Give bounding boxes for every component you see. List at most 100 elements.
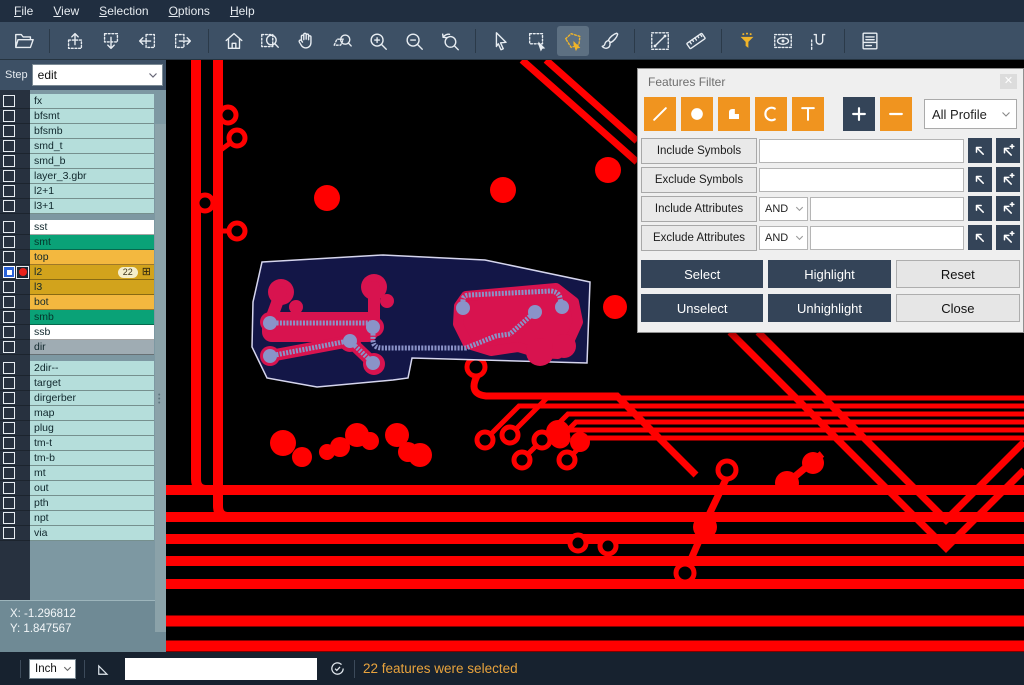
layer-row-map[interactable]: map <box>0 406 154 421</box>
layer-row-mt[interactable]: mt <box>0 466 154 481</box>
layer-row-via[interactable]: via <box>0 526 154 541</box>
layer-checkbox[interactable] <box>3 392 15 404</box>
menu-options[interactable]: Options <box>159 2 220 20</box>
layer-name[interactable]: fx <box>30 94 154 109</box>
layer-row-bfsmt[interactable]: bfsmt <box>0 109 154 124</box>
layer-checkbox[interactable] <box>3 377 15 389</box>
layer-row-npt[interactable]: npt <box>0 511 154 526</box>
layer-row-target[interactable]: target <box>0 376 154 391</box>
add-pick-from-canvas-button[interactable] <box>996 196 1020 221</box>
layer-checkbox[interactable] <box>3 512 15 524</box>
paint-brush-button[interactable] <box>593 26 625 56</box>
layer-name[interactable]: l3+1 <box>30 199 154 214</box>
minus-tool-button[interactable] <box>880 97 912 131</box>
close-icon[interactable]: ✕ <box>1000 74 1017 89</box>
close-button[interactable]: Close <box>896 294 1020 322</box>
layer-checkbox[interactable] <box>3 527 15 539</box>
layer-name[interactable]: plug <box>30 421 154 436</box>
layer-row-dir[interactable]: dir <box>0 340 154 355</box>
layer-checkbox[interactable] <box>3 155 15 167</box>
pan-down-button[interactable] <box>95 26 127 56</box>
layer-name[interactable]: top <box>30 250 154 265</box>
layer-name[interactable]: pth <box>30 496 154 511</box>
unhighlight-button[interactable]: Unhighlight <box>768 294 890 322</box>
menu-file[interactable]: File <box>4 2 43 20</box>
select-button[interactable]: Select <box>641 260 763 288</box>
layer-row-bfsmb[interactable]: bfsmb <box>0 124 154 139</box>
surface-tool-button[interactable] <box>718 97 750 131</box>
layer-name[interactable]: smd_t <box>30 139 154 154</box>
home-button[interactable] <box>218 26 250 56</box>
layer-checkbox[interactable] <box>3 281 15 293</box>
layer-checkbox[interactable] <box>3 296 15 308</box>
include-attributes-button[interactable]: Include Attributes <box>641 196 757 222</box>
layer-row-bot[interactable]: bot <box>0 295 154 310</box>
view-box-button[interactable] <box>767 26 799 56</box>
layer-row-ssb[interactable]: ssb <box>0 325 154 340</box>
arc-tool-button[interactable] <box>755 97 787 131</box>
layer-name[interactable]: l3 <box>30 280 154 295</box>
zoom-window-button[interactable] <box>254 26 286 56</box>
layer-name[interactable]: dir <box>30 340 154 355</box>
pick-from-canvas-button[interactable] <box>968 196 992 221</box>
layers-form-button[interactable] <box>854 26 886 56</box>
zoom-previous-button[interactable] <box>434 26 466 56</box>
highlight-button[interactable]: Highlight <box>768 260 890 288</box>
unit-select[interactable]: Inch <box>29 659 76 679</box>
layer-row-dirgerber[interactable]: dirgerber <box>0 391 154 406</box>
layer-row-tm-b[interactable]: tm-b <box>0 451 154 466</box>
layer-name[interactable]: out <box>30 481 154 496</box>
menu-selection[interactable]: Selection <box>89 2 158 20</box>
layer-checkbox[interactable] <box>3 497 15 509</box>
layer-list-scrollbar[interactable]: ••• <box>155 124 166 632</box>
text-tool-button[interactable] <box>792 97 824 131</box>
pan-left-button[interactable] <box>131 26 163 56</box>
layer-checkbox[interactable] <box>3 251 15 263</box>
layer-checkbox[interactable] <box>3 221 15 233</box>
measure-line-button[interactable] <box>644 26 676 56</box>
layer-name[interactable]: layer_3.gbr <box>30 169 154 184</box>
layer-name[interactable]: via <box>30 526 154 541</box>
layer-checkbox[interactable] <box>3 266 15 278</box>
layer-name[interactable]: l2+1 <box>30 184 154 199</box>
layer-checkbox[interactable] <box>3 407 15 419</box>
select-rectangle-button[interactable] <box>521 26 553 56</box>
layer-row-tm-t[interactable]: tm-t <box>0 436 154 451</box>
layer-row-layer_3.gbr[interactable]: layer_3.gbr <box>0 169 154 184</box>
layer-row-fx[interactable]: fx <box>0 94 154 109</box>
add-pick-from-canvas-button[interactable] <box>996 138 1020 163</box>
layer-name[interactable]: dirgerber <box>30 391 154 406</box>
layer-checkbox[interactable] <box>3 140 15 152</box>
layer-name[interactable]: target <box>30 376 154 391</box>
layer-name[interactable]: npt <box>30 511 154 526</box>
include-symbols-input[interactable] <box>759 139 964 163</box>
zoom-in-button[interactable] <box>362 26 394 56</box>
layer-name[interactable]: l222⊞ <box>30 265 154 280</box>
features-filter-button[interactable] <box>731 26 763 56</box>
exclude-symbols-button[interactable]: Exclude Symbols <box>641 167 757 193</box>
layer-checkbox[interactable] <box>3 341 15 353</box>
dialog-titlebar[interactable]: Features Filter ✕ <box>638 69 1023 94</box>
reset-button[interactable]: Reset <box>896 260 1020 288</box>
layer-row-sst[interactable]: sst <box>0 220 154 235</box>
snap-magnet-button[interactable] <box>803 26 835 56</box>
select-pointer-button[interactable] <box>485 26 517 56</box>
layer-row-2dir--[interactable]: 2dir-- <box>0 361 154 376</box>
layer-row-smt[interactable]: smt <box>0 235 154 250</box>
layer-row-top[interactable]: top <box>0 250 154 265</box>
pick-from-canvas-button[interactable] <box>968 167 992 192</box>
layer-checkbox[interactable] <box>3 95 15 107</box>
layer-name[interactable]: bot <box>30 295 154 310</box>
step-select[interactable]: edit <box>32 64 163 86</box>
layer-row-out[interactable]: out <box>0 481 154 496</box>
layer-row-l2[interactable]: l222⊞ <box>0 265 154 280</box>
and-operator-select[interactable]: AND <box>759 226 808 250</box>
layer-name[interactable]: bfsmt <box>30 109 154 124</box>
grid-icon[interactable]: ⊞ <box>142 267 151 278</box>
menu-help[interactable]: Help <box>220 2 265 20</box>
layer-name[interactable]: map <box>30 406 154 421</box>
layer-row-smb[interactable]: smb <box>0 310 154 325</box>
layer-checkbox[interactable] <box>3 185 15 197</box>
exclude-attributes-input[interactable] <box>810 226 964 250</box>
angle-measure-icon[interactable] <box>95 660 113 678</box>
